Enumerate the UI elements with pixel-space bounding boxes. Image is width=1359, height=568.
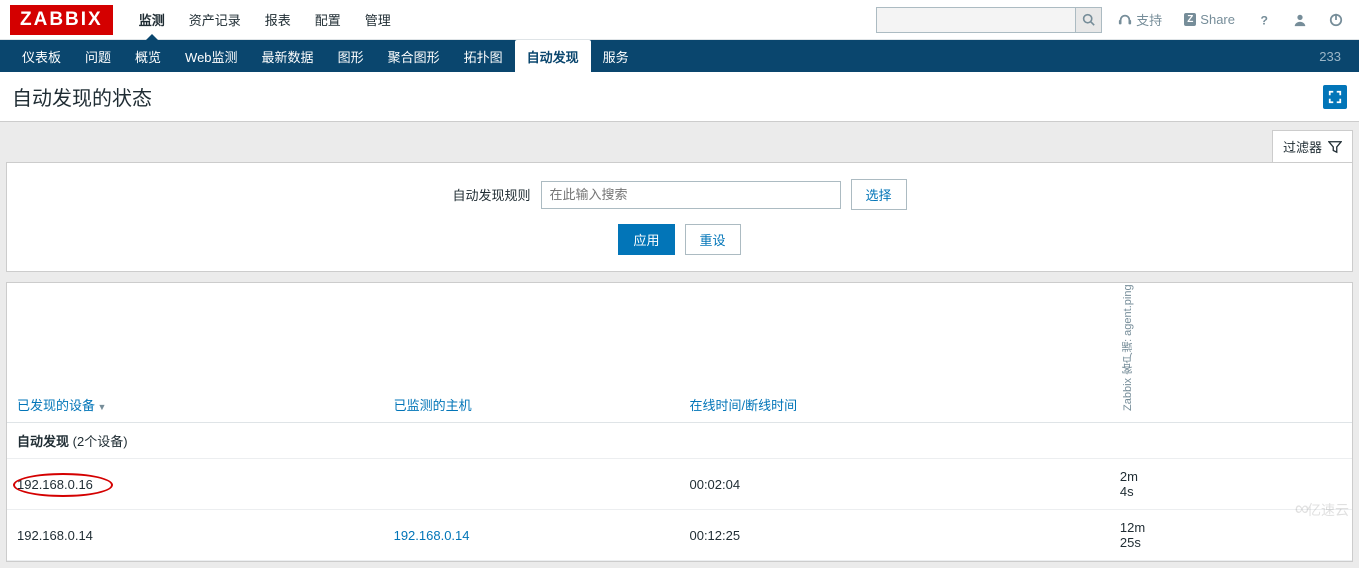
row-uptime: 00:02:04 bbox=[679, 459, 1109, 510]
support-link[interactable]: 支持 bbox=[1112, 10, 1168, 29]
page-title: 自动发现的状态 bbox=[12, 82, 1323, 111]
top-menu-config[interactable]: 配置 bbox=[303, 0, 353, 39]
sub-discovery[interactable]: 自动发现 bbox=[515, 40, 591, 72]
user-icon bbox=[1293, 13, 1307, 27]
filter-tab-bar: 过滤器 bbox=[6, 122, 1353, 162]
sub-problems[interactable]: 问题 bbox=[73, 40, 123, 72]
share-label: Share bbox=[1200, 12, 1235, 27]
sub-latest[interactable]: 最新数据 bbox=[250, 40, 326, 72]
group-row: 自动发现 (2个设备) bbox=[7, 423, 1352, 459]
global-search bbox=[876, 7, 1102, 33]
row-host[interactable]: 192.168.0.14 bbox=[394, 528, 470, 543]
filter-apply-button[interactable]: 应用 bbox=[618, 224, 674, 255]
col-monitored: 已监测的主机 bbox=[394, 398, 472, 413]
question-icon: ? bbox=[1257, 13, 1271, 27]
filter-icon bbox=[1328, 140, 1342, 154]
top-right: 支持 Z Share ? bbox=[876, 7, 1349, 33]
share-link[interactable]: Z Share bbox=[1178, 12, 1241, 27]
row-uptime: 00:12:25 bbox=[679, 510, 1109, 561]
user-link[interactable] bbox=[1287, 13, 1313, 27]
filter-row-rule: 自动发现规则 选择 bbox=[23, 179, 1336, 210]
filter-reset-button[interactable]: 重设 bbox=[685, 224, 741, 255]
logo[interactable]: ZABBIX bbox=[10, 5, 113, 35]
filter-tab-label: 过滤器 bbox=[1283, 137, 1322, 156]
sub-overview[interactable]: 概览 bbox=[123, 40, 173, 72]
sub-graphs[interactable]: 图形 bbox=[326, 40, 376, 72]
filter-panel: 自动发现规则 选择 应用 重设 bbox=[6, 162, 1353, 272]
filter-buttons: 应用 重设 bbox=[23, 224, 1336, 255]
col-uptime: 在线时间/断线时间 bbox=[689, 398, 797, 413]
top-menu: 监测 资产记录 报表 配置 管理 bbox=[127, 0, 403, 39]
sub-maps[interactable]: 拓扑图 bbox=[452, 40, 515, 72]
help-link[interactable]: ? bbox=[1251, 13, 1277, 27]
filter-rule-label: 自动发现规则 bbox=[452, 185, 530, 204]
power-icon bbox=[1329, 13, 1343, 27]
table-row: 192.168.0.16 00:02:042m 4s bbox=[7, 459, 1352, 510]
sub-nav: 仪表板 问题 概览 Web监测 最新数据 图形 聚合图形 拓扑图 自动发现 服务… bbox=[0, 40, 1359, 72]
table-row: 192.168.0.14 192.168.0.14 00:12:2512m 25s bbox=[7, 510, 1352, 561]
filter-select-button[interactable]: 选择 bbox=[851, 179, 907, 210]
row-ip: 192.168.0.14 bbox=[17, 528, 93, 543]
filter-tab[interactable]: 过滤器 bbox=[1272, 130, 1353, 162]
sub-dashboard[interactable]: 仪表板 bbox=[10, 40, 73, 72]
search-icon bbox=[1082, 13, 1095, 26]
group-label: 自动发现 bbox=[17, 434, 69, 449]
sub-services[interactable]: 服务 bbox=[591, 40, 641, 72]
headset-icon bbox=[1118, 13, 1132, 27]
row-ip: 192.168.0.16 bbox=[17, 477, 93, 492]
svg-text:?: ? bbox=[1261, 13, 1268, 27]
discovery-table: 已发现的设备 已监测的主机 在线时间/断线时间 Zabbix 客户端: agen… bbox=[7, 283, 1352, 561]
sub-web[interactable]: Web监测 bbox=[173, 40, 250, 72]
top-menu-reports[interactable]: 报表 bbox=[253, 0, 303, 39]
col-discovered[interactable]: 已发现的设备 bbox=[17, 398, 106, 413]
sub-right-count: 233 bbox=[1319, 49, 1349, 64]
share-z-icon: Z bbox=[1184, 13, 1196, 26]
col-ping-vertical: Zabbix 客户端: agent.ping bbox=[1120, 291, 1136, 411]
sub-screens[interactable]: 聚合图形 bbox=[376, 40, 452, 72]
fullscreen-button[interactable] bbox=[1323, 85, 1347, 109]
search-button[interactable] bbox=[1076, 7, 1102, 33]
watermark-text: 亿速云 bbox=[1307, 500, 1349, 520]
top-menu-monitoring[interactable]: 监测 bbox=[127, 0, 177, 39]
top-menu-inventory[interactable]: 资产记录 bbox=[177, 0, 253, 39]
top-menu-admin[interactable]: 管理 bbox=[353, 0, 403, 39]
watermark: ∞ 亿速云 bbox=[1295, 498, 1349, 521]
data-panel: 已发现的设备 已监测的主机 在线时间/断线时间 Zabbix 客户端: agen… bbox=[6, 282, 1353, 562]
top-nav: ZABBIX 监测 资产记录 报表 配置 管理 支持 Z Share ? bbox=[0, 0, 1359, 40]
row-ping: 2m 4s bbox=[1110, 459, 1155, 510]
filter-rule-input[interactable] bbox=[541, 181, 841, 209]
group-count: (2个设备) bbox=[73, 434, 128, 449]
watermark-icon: ∞ bbox=[1295, 498, 1303, 521]
expand-icon bbox=[1328, 90, 1342, 104]
page-header: 自动发现的状态 bbox=[0, 72, 1359, 122]
row-ping: 12m 25s bbox=[1110, 510, 1155, 561]
support-label: 支持 bbox=[1136, 10, 1162, 29]
logout-link[interactable] bbox=[1323, 13, 1349, 27]
highlight-circle bbox=[13, 473, 113, 497]
search-input[interactable] bbox=[876, 7, 1076, 33]
